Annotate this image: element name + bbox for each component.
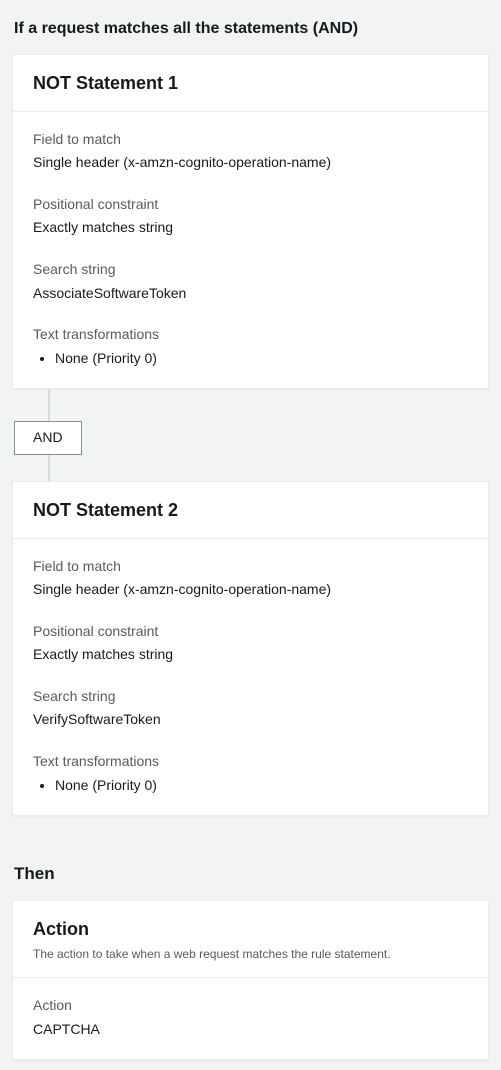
transform-list: None (Priority 0) <box>33 776 468 796</box>
action-subtitle: The action to take when a web request ma… <box>33 946 468 963</box>
transform-item: None (Priority 0) <box>55 776 468 796</box>
condition-heading: If a request matches all the statements … <box>14 18 489 40</box>
field-to-match: Field to match Single header (x-amzn-cog… <box>33 130 468 173</box>
field-label: Search string <box>33 687 468 707</box>
field-label: Text transformations <box>33 752 468 772</box>
statement-1-body: Field to match Single header (x-amzn-cog… <box>13 112 488 389</box>
field-value: CAPTCHA <box>33 1020 468 1040</box>
statement-2-title: NOT Statement 2 <box>33 498 468 523</box>
positional-constraint: Positional constraint Exactly matches st… <box>33 622 468 665</box>
connector-label: AND <box>14 421 82 455</box>
field-label: Field to match <box>33 557 468 577</box>
field-label: Action <box>33 996 468 1016</box>
field-label: Positional constraint <box>33 195 468 215</box>
field-to-match: Field to match Single header (x-amzn-cog… <box>33 557 468 600</box>
action-body: Action CAPTCHA <box>13 978 488 1059</box>
field-value: Exactly matches string <box>33 218 468 238</box>
transform-list: None (Priority 0) <box>33 349 468 369</box>
text-transformations: Text transformations None (Priority 0) <box>33 325 468 368</box>
statement-2-body: Field to match Single header (x-amzn-cog… <box>13 539 488 816</box>
field-value: VerifySoftwareToken <box>33 710 468 730</box>
transform-item: None (Priority 0) <box>55 349 468 369</box>
field-value: AssociateSoftwareToken <box>33 284 468 304</box>
action-field: Action CAPTCHA <box>33 996 468 1039</box>
statement-card-2: NOT Statement 2 Field to match Single he… <box>12 481 489 816</box>
action-title: Action <box>33 917 468 942</box>
statement-1-title: NOT Statement 1 <box>33 71 468 96</box>
field-label: Field to match <box>33 130 468 150</box>
action-header: Action The action to take when a web req… <box>13 901 488 978</box>
field-value: Exactly matches string <box>33 645 468 665</box>
field-label: Search string <box>33 260 468 280</box>
search-string: Search string VerifySoftwareToken <box>33 687 468 730</box>
text-transformations: Text transformations None (Priority 0) <box>33 752 468 795</box>
then-heading: Then <box>14 862 489 886</box>
positional-constraint: Positional constraint Exactly matches st… <box>33 195 468 238</box>
statement-2-header: NOT Statement 2 <box>13 482 488 538</box>
field-label: Positional constraint <box>33 622 468 642</box>
field-value: Single header (x-amzn-cognito-operation-… <box>33 580 468 600</box>
statement-1-header: NOT Statement 1 <box>13 55 488 111</box>
field-label: Text transformations <box>33 325 468 345</box>
statement-card-1: NOT Statement 1 Field to match Single he… <box>12 54 489 389</box>
search-string: Search string AssociateSoftwareToken <box>33 260 468 303</box>
statement-connector: AND <box>12 389 489 481</box>
field-value: Single header (x-amzn-cognito-operation-… <box>33 153 468 173</box>
action-card: Action The action to take when a web req… <box>12 900 489 1060</box>
